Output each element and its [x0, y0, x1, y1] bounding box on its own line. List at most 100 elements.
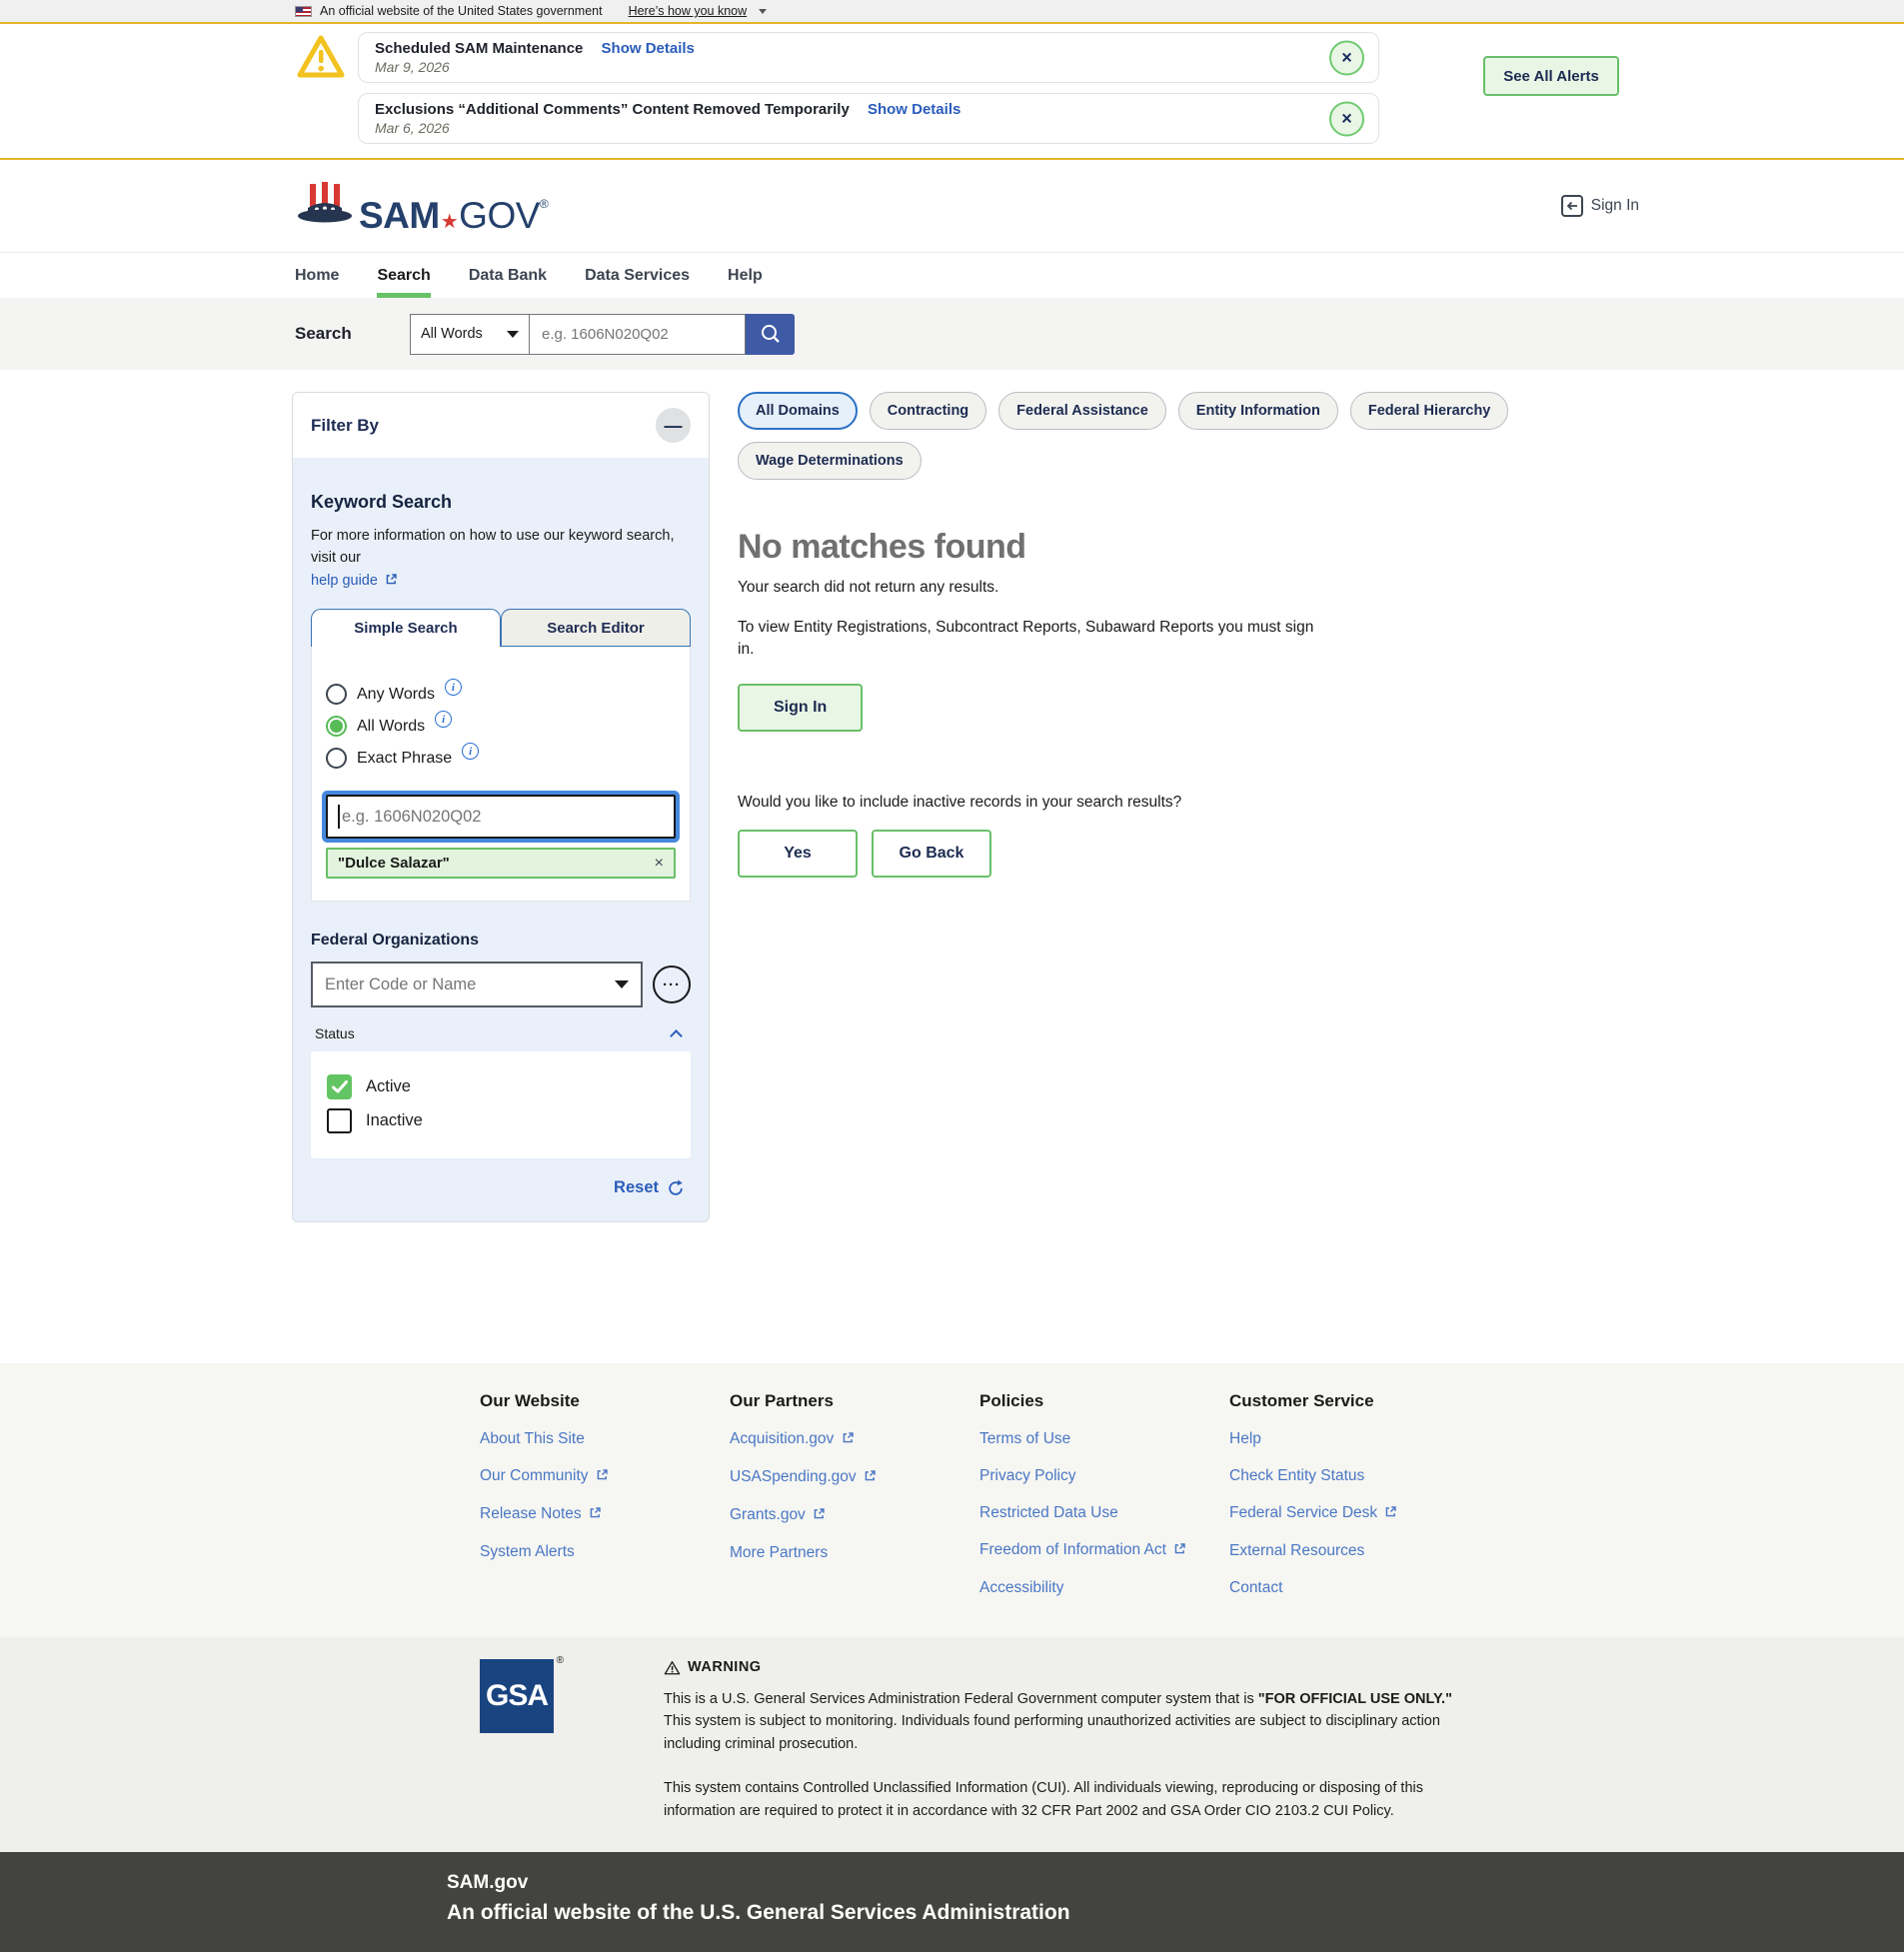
radio-label: Exact Phrase	[357, 750, 452, 768]
keyword-search-input[interactable]	[326, 795, 676, 839]
pill-federal-hierarchy[interactable]: Federal Hierarchy	[1350, 392, 1509, 430]
pill-wage-determinations[interactable]: Wage Determinations	[738, 442, 922, 480]
alert-card: Scheduled SAM Maintenance Show Details M…	[358, 32, 1379, 83]
alert-close-button[interactable]: ×	[1329, 40, 1364, 75]
nav-item-data-services[interactable]: Data Services	[585, 253, 690, 298]
tab-search-editor[interactable]: Search Editor	[501, 609, 691, 647]
footer-link[interactable]: Federal Service Desk	[1229, 1504, 1479, 1523]
footer-link[interactable]: Freedom of Information Act	[979, 1541, 1229, 1560]
refresh-icon[interactable]	[667, 1179, 685, 1197]
radio-any-words[interactable]	[326, 684, 347, 705]
pill-entity-information[interactable]: Entity Information	[1178, 392, 1338, 430]
site-header: SAM★GOV® Sign In	[0, 160, 1904, 252]
uncle-sam-hat-icon	[297, 180, 353, 232]
sign-in-link[interactable]: Sign In	[1561, 195, 1639, 217]
external-link-icon	[813, 1507, 826, 1525]
yes-button[interactable]: Yes	[738, 830, 858, 878]
alerts-section: Scheduled SAM Maintenance Show Details M…	[0, 24, 1904, 160]
chevron-up-icon[interactable]	[670, 1029, 683, 1042]
pill-federal-assistance[interactable]: Federal Assistance	[998, 392, 1166, 430]
inactive-records-question: Would you like to include inactive recor…	[738, 794, 1567, 812]
alert-show-details-link[interactable]: Show Details	[602, 40, 695, 57]
sign-in-label: Sign In	[1591, 197, 1639, 215]
pill-contracting[interactable]: Contracting	[870, 392, 986, 430]
search-button[interactable]	[746, 314, 795, 355]
results-area: All Domains Contracting Federal Assistan…	[738, 392, 1567, 878]
more-options-button[interactable]: ···	[653, 966, 691, 1003]
search-mode-select[interactable]: All Words	[410, 314, 530, 355]
radio-label: Any Words	[357, 686, 435, 704]
alert-close-button[interactable]: ×	[1329, 101, 1364, 136]
footer-link[interactable]: Check Entity Status	[1229, 1467, 1479, 1485]
footer-link[interactable]: Privacy Policy	[979, 1467, 1229, 1485]
nav-item-help[interactable]: Help	[728, 253, 763, 298]
external-link-icon	[1384, 1505, 1397, 1523]
footer-heading: Policies	[979, 1391, 1229, 1411]
alert-show-details-link[interactable]: Show Details	[868, 101, 960, 118]
reset-link[interactable]: Reset	[614, 1178, 659, 1197]
brand-gov: GOV	[459, 195, 540, 236]
warning-triangle-icon	[295, 32, 347, 82]
footer-link[interactable]: Contact	[1229, 1579, 1479, 1597]
search-mode-value: All Words	[421, 326, 483, 342]
external-link-icon	[596, 1468, 609, 1486]
footer-col-customer-service: Customer Service Help Check Entity Statu…	[1229, 1391, 1479, 1597]
footer-link[interactable]: Our Community	[480, 1467, 730, 1486]
us-flag-icon	[295, 6, 312, 17]
gsa-warning-section: GSA ® WARNING This is a U.S. General Ser…	[0, 1637, 1904, 1852]
nav-item-home[interactable]: Home	[295, 253, 339, 298]
footer-link[interactable]: Help	[1229, 1430, 1479, 1448]
footer-link[interactable]: Release Notes	[480, 1505, 730, 1524]
info-icon[interactable]: i	[462, 743, 479, 760]
no-matches-heading: No matches found	[738, 528, 1567, 567]
chip-label: "Dulce Salazar"	[338, 855, 450, 872]
info-icon[interactable]: i	[435, 711, 452, 728]
top-search-input[interactable]	[530, 314, 746, 355]
federal-org-select[interactable]: Enter Code or Name	[311, 962, 643, 1007]
footer-link[interactable]: Terms of Use	[979, 1430, 1229, 1448]
help-guide-link[interactable]: help guide	[311, 573, 378, 589]
tab-simple-search[interactable]: Simple Search	[311, 609, 501, 647]
sam-gov-logo[interactable]: SAM★GOV®	[297, 180, 548, 232]
footer-link[interactable]: Restricted Data Use	[979, 1504, 1229, 1522]
radio-all-words[interactable]	[326, 716, 347, 737]
footer-link[interactable]: Acquisition.gov	[730, 1430, 979, 1449]
chevron-down-icon	[507, 331, 519, 338]
footer-heading: Our Website	[480, 1391, 730, 1411]
checkbox-label: Active	[366, 1077, 411, 1096]
external-link-icon	[1173, 1542, 1186, 1560]
collapse-filters-button[interactable]: —	[656, 408, 691, 443]
nav-item-search[interactable]: Search	[377, 253, 430, 298]
footer-link[interactable]: About This Site	[480, 1430, 730, 1448]
footer-link[interactable]: Accessibility	[979, 1579, 1229, 1597]
external-link-icon	[385, 571, 398, 593]
radio-exact-phrase[interactable]	[326, 748, 347, 769]
main-content: Filter By — Keyword Search For more info…	[0, 370, 1904, 1363]
footer-link[interactable]: USASpending.gov	[730, 1468, 979, 1487]
checkbox-active[interactable]	[327, 1074, 352, 1099]
alert-row: Exclusions “Additional Comments” Content…	[0, 93, 1904, 144]
checkbox-inactive[interactable]	[327, 1108, 352, 1133]
domain-filter-pills: All Domains Contracting Federal Assistan…	[738, 392, 1567, 480]
footer-link[interactable]: Grants.gov	[730, 1506, 979, 1525]
see-all-alerts-button[interactable]: See All Alerts	[1483, 56, 1619, 96]
chip-remove-icon[interactable]: ×	[655, 856, 664, 872]
search-band: Search All Words	[0, 298, 1904, 370]
status-label: Status	[315, 1025, 355, 1041]
registered-mark: ®	[557, 1655, 564, 1666]
sign-in-button[interactable]: Sign In	[738, 684, 863, 732]
info-icon[interactable]: i	[445, 679, 462, 696]
how-you-know-link[interactable]: Here’s how you know	[629, 4, 748, 18]
warning-icon	[664, 1660, 681, 1675]
footer-link[interactable]: More Partners	[730, 1544, 979, 1562]
footer-link[interactable]: System Alerts	[480, 1543, 730, 1561]
keyword-search-heading: Keyword Search	[311, 492, 691, 513]
federal-org-placeholder: Enter Code or Name	[325, 976, 476, 994]
footer-col-our-partners: Our Partners Acquisition.gov USASpending…	[730, 1391, 979, 1597]
filter-by-title: Filter By	[311, 416, 379, 436]
pill-all-domains[interactable]: All Domains	[738, 392, 858, 430]
nav-item-data-bank[interactable]: Data Bank	[469, 253, 547, 298]
identifier-footer: SAM.gov An official website of the U.S. …	[0, 1852, 1904, 1952]
go-back-button[interactable]: Go Back	[872, 830, 991, 878]
footer-link[interactable]: External Resources	[1229, 1542, 1479, 1560]
